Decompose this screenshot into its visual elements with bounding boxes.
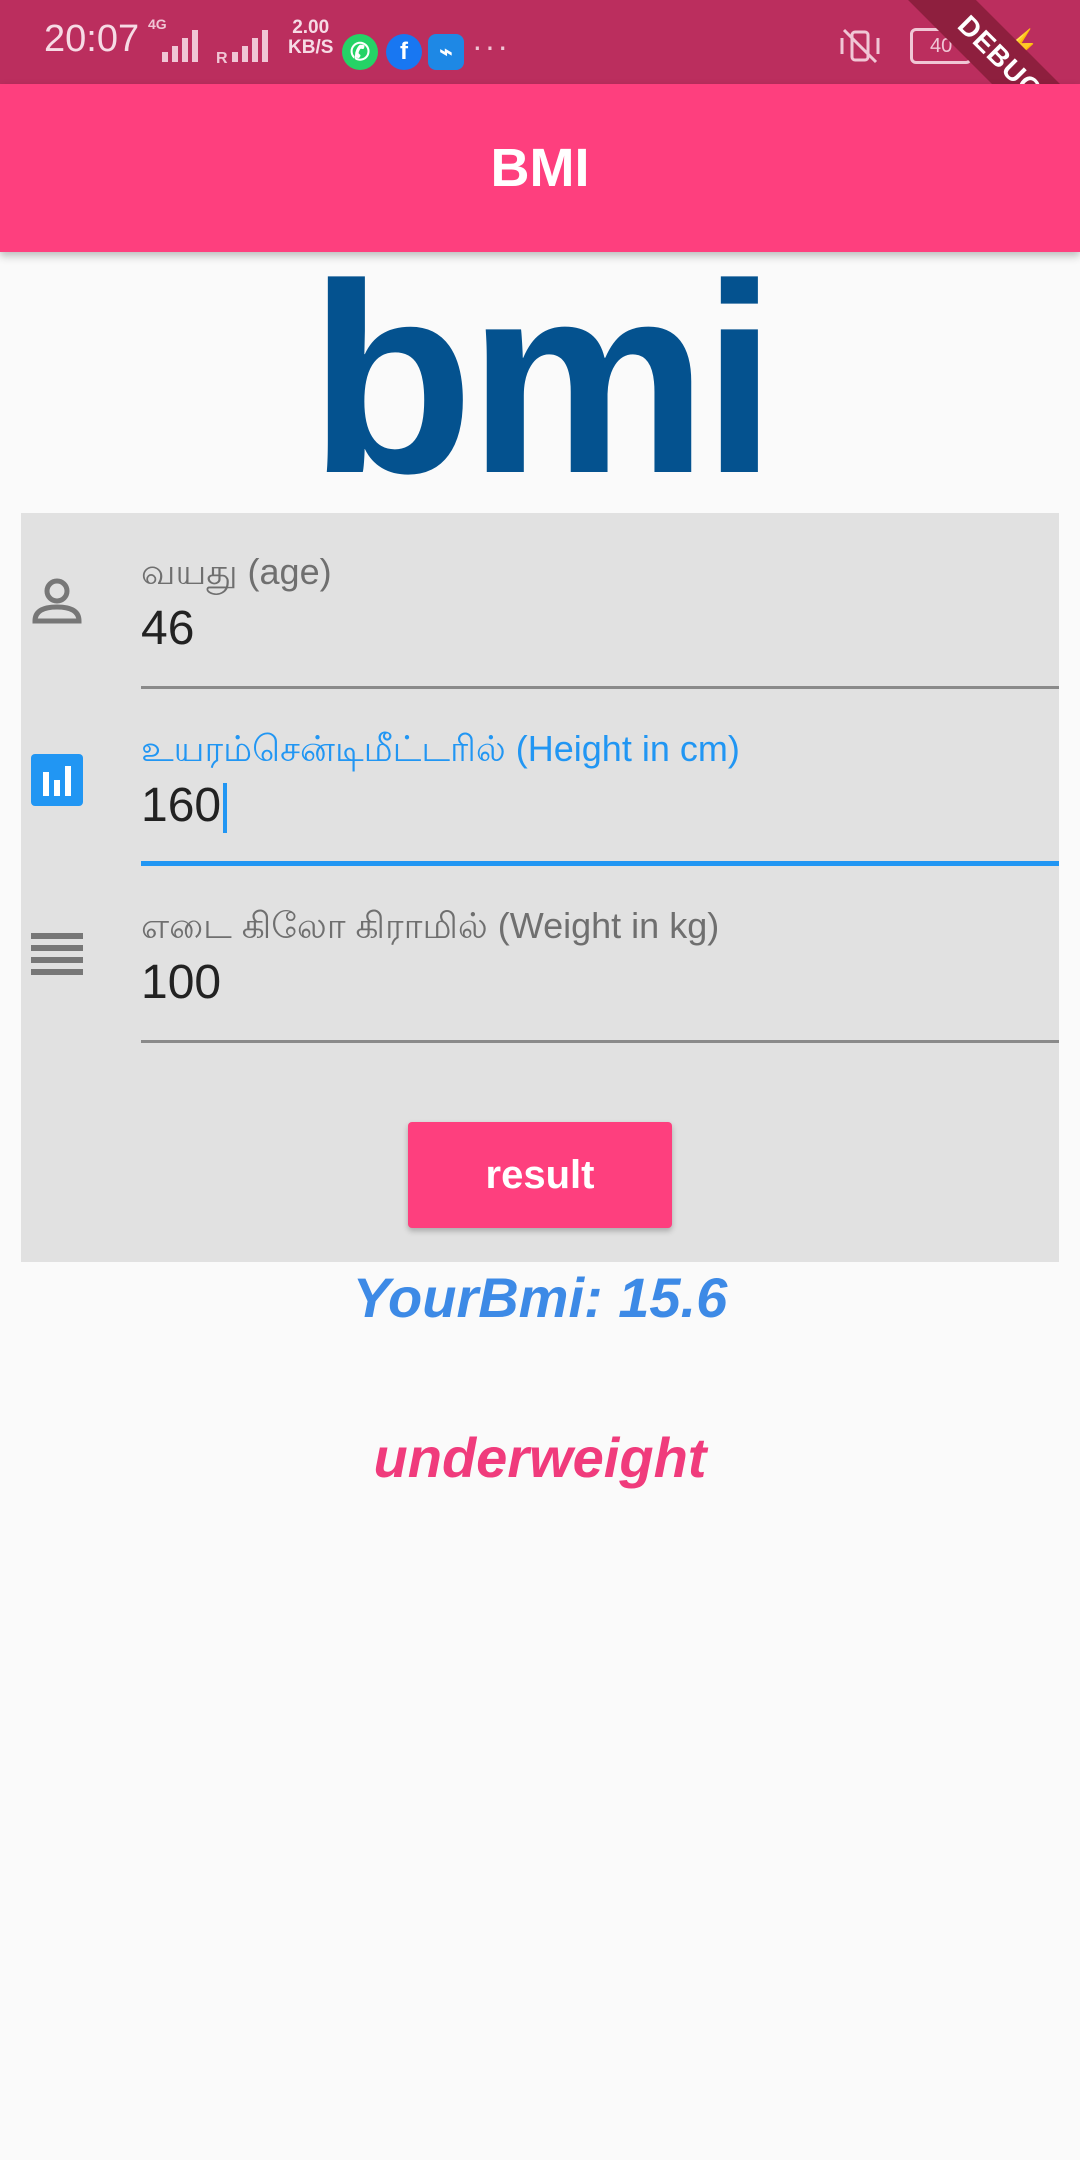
- bmi-category-text: underweight: [373, 1426, 707, 1489]
- age-underline: [141, 686, 1059, 689]
- age-label: வயது (age): [141, 551, 332, 592]
- app-bar: BMI: [0, 84, 1080, 252]
- height-field[interactable]: உயரம்சென்டிமீட்டரில் (Height in cm) 160: [21, 690, 1059, 867]
- weight-underline: [141, 1040, 1059, 1043]
- age-input[interactable]: 46: [141, 601, 194, 656]
- network-speed: 2.00 KB/S: [288, 18, 333, 58]
- signal-icon: [162, 24, 198, 62]
- weight-field[interactable]: எடை கிலோ கிராமில் (Weight in kg) 100: [21, 867, 1059, 1044]
- result-button[interactable]: result: [408, 1122, 672, 1228]
- height-value: 160: [141, 779, 222, 832]
- bmi-form: வயது (age) 46 உயரம்சென்டிமீட்டரில் (Heig…: [21, 513, 1059, 1262]
- text-cursor: [223, 783, 228, 834]
- vibrate-off-icon: [840, 28, 880, 64]
- bar-chart-icon: [31, 754, 83, 806]
- weight-label: எடை கிலோ கிராமில் (Weight in kg): [141, 905, 720, 946]
- height-input[interactable]: 160: [141, 778, 228, 834]
- bmi-value-text: YourBmi: 15.6: [352, 1266, 728, 1329]
- app-title: BMI: [490, 138, 590, 198]
- weight-input[interactable]: 100: [141, 955, 221, 1010]
- age-field[interactable]: வயது (age) 46: [21, 513, 1059, 690]
- bmi-logo: bmi: [308, 229, 777, 530]
- usb-icon: ⌁: [428, 34, 464, 70]
- status-bar: 20:07 4G R 2.00 KB/S ✆ f ⌁ ··· 40 ⚡: [0, 0, 1080, 84]
- signal-icon-2: [232, 24, 268, 62]
- height-underline: [141, 861, 1059, 866]
- whatsapp-icon: ✆: [342, 34, 378, 70]
- speed-value: 2.00: [292, 17, 330, 38]
- height-label: உயரம்சென்டிமீட்டரில் (Height in cm): [141, 728, 740, 769]
- more-icon: ···: [472, 28, 510, 64]
- status-time: 20:07: [44, 18, 140, 60]
- menu-lines-icon: [31, 933, 83, 975]
- speed-unit: KB/S: [288, 37, 334, 58]
- person-icon: [32, 578, 82, 624]
- facebook-icon: f: [386, 34, 422, 70]
- roaming-indicator: R: [216, 50, 228, 67]
